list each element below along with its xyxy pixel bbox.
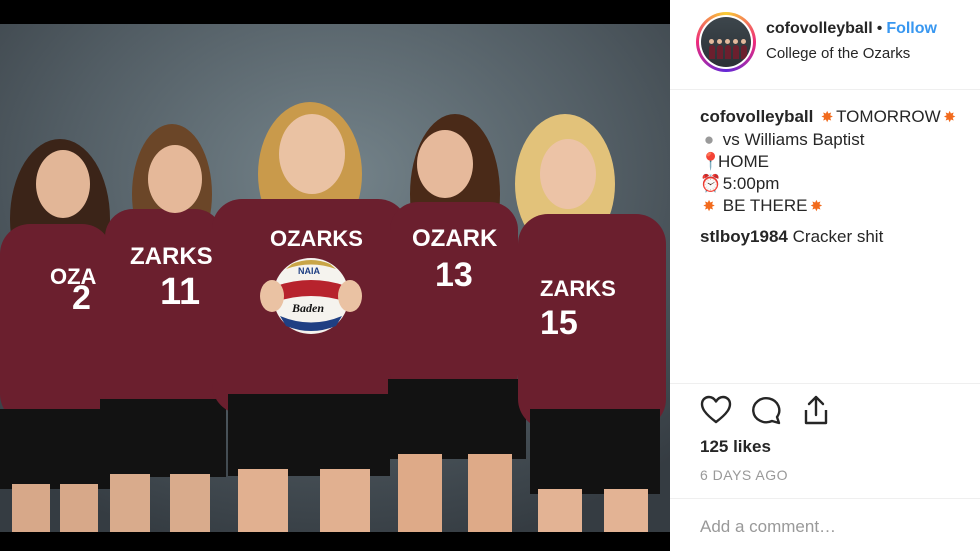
caption-line-5: ✸ BE THERE ✸ — [700, 195, 980, 218]
caption-line-4: ⏰ 5:00pm — [700, 173, 980, 195]
caption-line-2: ● vs Williams Baptist — [700, 129, 980, 151]
player-1: OZA 2 — [0, 139, 112, 532]
caption-text-4: 5:00pm — [722, 174, 780, 193]
caption-text-2: vs Williams Baptist — [722, 130, 865, 149]
like-button[interactable] — [700, 394, 734, 428]
separator-dot: • — [876, 20, 883, 37]
caption-author[interactable]: cofovolleyball — [700, 107, 813, 126]
post-username[interactable]: cofovolleyball — [766, 20, 873, 37]
team-photo-illustration: OZA 2 ZARKS 11 OZARKS NAIA Baden OZARK 1… — [0, 24, 670, 532]
volleyball: NAIA Baden — [273, 258, 349, 334]
avatar — [701, 17, 751, 67]
heart-icon — [700, 395, 732, 424]
collision-emoji-icon: ✸ — [820, 109, 834, 126]
caption-text-1: TOMORROW — [836, 107, 941, 126]
share-icon — [804, 395, 828, 425]
volleyball-emoji-icon: ● — [703, 130, 715, 149]
player-4-number: 13 — [435, 256, 473, 294]
post-details-panel: cofovolleyball • Follow College of the Oza… — [670, 0, 980, 551]
player-1-number: 2 — [72, 279, 91, 317]
ball-brand: Baden — [291, 301, 324, 315]
caption-line-1: cofovolleyball ✸ TOMORROW ✸ — [700, 106, 980, 129]
collision-emoji-icon: ✸ — [810, 198, 823, 215]
caption-text-5: BE THERE — [722, 196, 808, 215]
add-comment-input[interactable] — [700, 512, 960, 542]
ball-text: NAIA — [298, 266, 320, 276]
post-header: cofovolleyball • Follow College of the Oza… — [670, 0, 980, 90]
post-timestamp: 6 DAYS AGO — [700, 467, 788, 483]
alarm-clock-emoji-icon: ⏰ — [700, 174, 722, 193]
svg-text:ZARKS: ZARKS — [540, 276, 616, 301]
post-location[interactable]: College of the Ozarks — [766, 45, 910, 62]
comment-button[interactable] — [750, 394, 784, 428]
comments-section: cofovolleyball ✸ TOMORROW ✸ ● vs Williams … — [700, 106, 980, 248]
divider — [670, 498, 980, 499]
round-pushpin-emoji-icon: 📍 — [700, 152, 722, 171]
player-2-number: 11 — [160, 271, 200, 313]
comment-text: Cracker shit — [792, 227, 884, 246]
collision-emoji-icon: ✸ — [702, 198, 716, 215]
caption-text-3: HOME — [718, 152, 769, 171]
collision-emoji-icon: ✸ — [943, 109, 956, 126]
comment-author[interactable]: stlboy1984 — [700, 227, 788, 246]
svg-text:OZARK: OZARK — [412, 225, 498, 252]
share-button[interactable] — [800, 394, 834, 428]
divider — [670, 383, 980, 384]
svg-text:ZARKS: ZARKS — [130, 243, 213, 270]
player-5-number: 15 — [540, 304, 578, 342]
follow-button[interactable]: Follow — [886, 20, 937, 37]
instagram-post-view: OZA 2 ZARKS 11 OZARKS NAIA Baden OZARK 1… — [0, 0, 980, 551]
likes-count[interactable]: 125 likes — [700, 437, 771, 457]
comment-item: stlboy1984 Cracker shit — [700, 226, 980, 248]
profile-avatar-ring[interactable] — [696, 12, 756, 72]
caption-line-3: 📍HOME — [700, 151, 980, 173]
comment-bubble-icon — [752, 397, 781, 425]
post-photo[interactable]: OZA 2 ZARKS 11 OZARKS NAIA Baden OZARK 1… — [0, 24, 670, 532]
player-3-jersey-text: OZARKS — [270, 226, 363, 251]
